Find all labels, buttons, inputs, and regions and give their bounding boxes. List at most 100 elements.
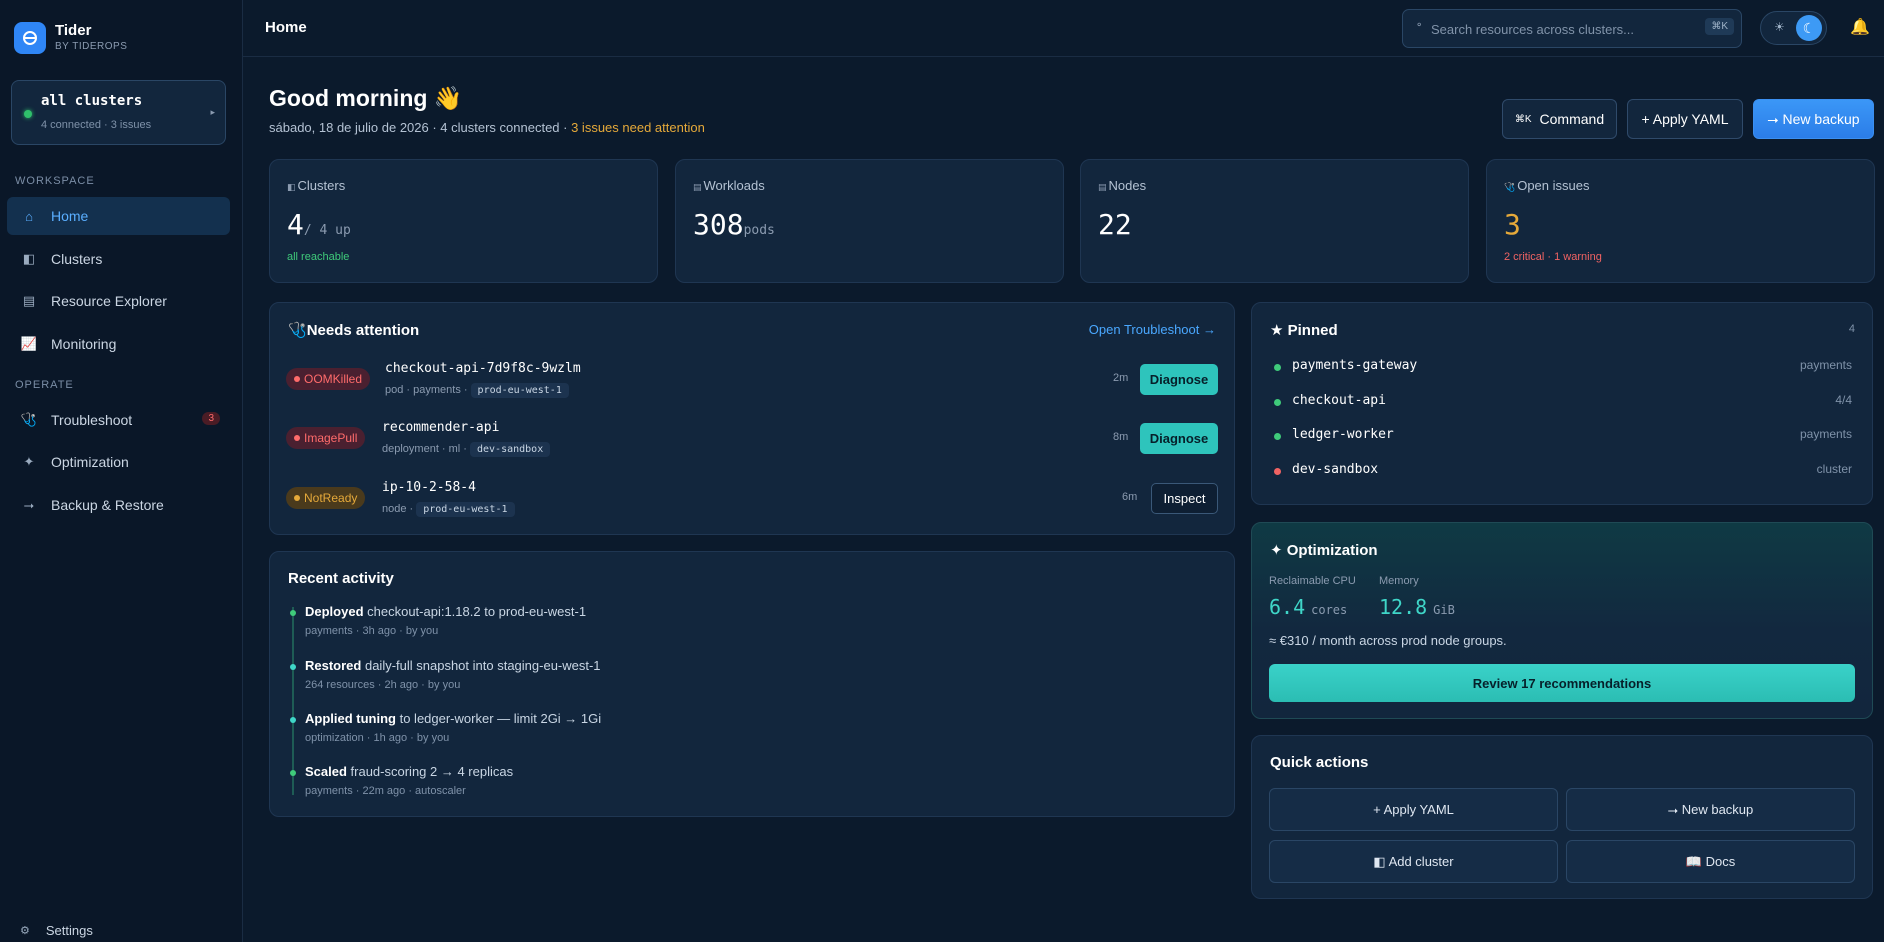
list-icon: ▤ — [22, 293, 36, 308]
pinned-name: ledger-worker — [1292, 427, 1394, 442]
sun-icon: ☀ — [1774, 20, 1785, 34]
pinned-item[interactable]: dev-sandbox cluster — [1274, 462, 1852, 482]
stat-value: 3 — [1504, 208, 1521, 241]
sidebar-item-resource-explorer[interactable]: ▤ Resource Explorer — [7, 282, 230, 320]
search-icon: ⚬ — [1415, 20, 1424, 31]
sidebar-item-home[interactable]: ⌂ Home — [7, 197, 230, 235]
activity-item: Restored daily-full snapshot into stagin… — [290, 658, 601, 691]
brand-name: Tider — [55, 22, 92, 39]
needs-attention-panel: 🩺Needs attention Open Troubleshoot → OOM… — [269, 302, 1235, 535]
diagnose-button[interactable]: Diagnose — [1140, 364, 1218, 395]
cluster-switcher-meta: 4 connected · 3 issues — [41, 119, 152, 131]
chevron-icon: ▸ — [210, 107, 215, 117]
stat-value: 308pods — [693, 208, 775, 241]
stat-suffix: pods — [743, 223, 775, 238]
pinned-name: payments-gateway — [1292, 358, 1418, 373]
sidebar-item-optimization[interactable]: ✦ Optimization — [7, 443, 230, 481]
pinned-namespace: cluster — [1816, 462, 1852, 476]
panel-title: Recent activity — [288, 570, 394, 587]
search-box[interactable]: ⚬ ⌘K — [1402, 9, 1742, 48]
date-summary: sábado, 18 de julio de 2026 · 4 clusters… — [269, 120, 572, 135]
open-troubleshoot-link[interactable]: Open Troubleshoot → — [1089, 322, 1216, 337]
stat-card-nodes[interactable]: ▤ Nodes 22 — [1080, 159, 1469, 283]
optimization-panel: ✦ Optimization Reclaimable CPU 6.4 cores … — [1251, 522, 1873, 719]
arrow-right-icon: ⭢ — [23, 497, 35, 512]
attention-row: ImagePull recommender-api deployment · m… — [270, 420, 1236, 470]
activity-meta: 264 resources · 2h ago · by you — [305, 679, 461, 691]
brand[interactable]: Tider BY TIDEROPS — [14, 22, 127, 54]
activity-dot — [290, 717, 296, 723]
list-icon: ▤ — [693, 182, 702, 192]
quick-apply-yaml-button[interactable]: + Apply YAML — [1269, 788, 1558, 831]
pinned-name: checkout-api — [1292, 393, 1386, 408]
clusters-icon: ◧ — [287, 182, 296, 192]
stethoscope-icon: 🩺 — [288, 322, 307, 339]
resource-name[interactable]: ip-10-2-58-4 — [382, 480, 476, 495]
sidebar-item-label: Settings — [45, 923, 93, 938]
stat-card-open-issues[interactable]: 🩺 Open issues 3 2 critical · 1 warning — [1486, 159, 1875, 283]
stat-label: ▤ Nodes — [1098, 178, 1147, 193]
pinned-item[interactable]: ledger-worker payments — [1274, 427, 1852, 447]
activity-text: Applied tuning to ledger-worker — limit … — [305, 711, 602, 726]
age-label: 2m — [1113, 372, 1129, 384]
memory-label: Memory — [1379, 575, 1419, 587]
sidebar-item-settings[interactable]: ⚙ Settings — [20, 923, 93, 938]
command-button[interactable]: ⌘K Command — [1502, 99, 1617, 139]
resource-name[interactable]: recommender-api — [382, 420, 499, 435]
sidebar-item-label: Home — [51, 208, 89, 224]
activity-text: Scaled fraud-scoring 2 → 4 replicas — [305, 764, 514, 779]
issues-link[interactable]: 3 issues need attention — [571, 120, 705, 135]
stat-label: ▤ Workloads — [693, 178, 765, 193]
sidebar-item-troubleshoot[interactable]: 🩺 Troubleshoot 3 — [7, 401, 230, 439]
stat-value: 4/ 4 up — [287, 208, 351, 241]
inspect-button[interactable]: Inspect — [1151, 483, 1218, 514]
stethoscope-icon: 🩺 — [20, 412, 38, 427]
attention-row: OOMKilled checkout-api-7d9f8c-9wzlm pod … — [270, 361, 1236, 411]
new-backup-button[interactable]: ⭢ New backup — [1753, 99, 1874, 139]
brand-logo-icon — [14, 22, 46, 54]
diagnose-button[interactable]: Diagnose — [1140, 423, 1218, 454]
stat-card-clusters[interactable]: ◧ Clusters 4/ 4 up all reachable — [269, 159, 658, 283]
sidebar-item-label: Resource Explorer — [51, 293, 167, 309]
list-icon: ▤ — [1098, 182, 1107, 192]
issue-count-badge: 3 — [202, 412, 220, 425]
apply-yaml-button[interactable]: + Apply YAML — [1627, 99, 1743, 139]
pinned-item[interactable]: payments-gateway payments — [1274, 358, 1852, 378]
review-recommendations-button[interactable]: Review 17 recommendations — [1269, 664, 1855, 702]
panel-title: ✦ Optimization — [1270, 542, 1378, 559]
search-shortcut: ⌘K — [1705, 18, 1734, 35]
sparkle-icon: ✦ — [23, 454, 35, 469]
theme-toggle[interactable]: ☀ ☾ — [1760, 11, 1827, 45]
attention-row: NotReady ip-10-2-58-4 node · prod-eu-west… — [270, 480, 1236, 530]
sidebar-item-clusters[interactable]: ◧ Clusters — [7, 240, 230, 278]
quick-docs-button[interactable]: 📖 Docs — [1566, 840, 1855, 883]
moon-icon: ☾ — [1796, 15, 1822, 41]
bell-icon[interactable]: 🔔 — [1850, 17, 1870, 37]
search-input[interactable] — [1431, 18, 1701, 40]
topbar: Home ⚬ ⌘K ☀ ☾ 🔔 — [243, 0, 1884, 57]
status-dot — [1274, 433, 1281, 440]
quick-add-cluster-button[interactable]: ◧ Add cluster — [1269, 840, 1558, 883]
quick-new-backup-button[interactable]: ⭢ New backup — [1566, 788, 1855, 831]
clusters-icon: ◧ — [22, 251, 36, 266]
activity-dot — [290, 770, 296, 776]
cluster-switcher[interactable]: all clusters 4 connected · 3 issues ▸ — [11, 80, 226, 145]
stat-card-workloads[interactable]: ▤ Workloads 308pods — [675, 159, 1064, 283]
status-badge: OOMKilled — [286, 368, 371, 390]
sidebar-item-monitoring[interactable]: 📈 Monitoring — [7, 325, 230, 363]
sidebar-item-backup-restore[interactable]: ⭢ Backup & Restore — [7, 486, 230, 524]
resource-name[interactable]: checkout-api-7d9f8c-9wzlm — [385, 361, 581, 376]
resource-meta: deployment · ml · dev-sandbox — [382, 442, 551, 457]
activity-meta: optimization · 1h ago · by you — [305, 732, 450, 744]
cpu-label: Reclaimable CPU — [1269, 575, 1356, 587]
greeting: Good morning 👋 — [269, 85, 463, 111]
pinned-item[interactable]: checkout-api 4/4 — [1274, 393, 1852, 413]
stat-label: 🩺 Open issues — [1504, 178, 1590, 193]
memory-value: 12.8 GiB — [1379, 595, 1455, 619]
panel-title: 🩺Needs attention — [288, 322, 420, 339]
sidebar: Tider BY TIDEROPS all clusters 4 connect… — [0, 0, 243, 942]
stethoscope-icon: 🩺 — [1504, 182, 1516, 192]
timeline-line — [292, 607, 294, 795]
stat-foot: all reachable — [287, 251, 350, 263]
sidebar-item-label: Optimization — [51, 454, 129, 470]
